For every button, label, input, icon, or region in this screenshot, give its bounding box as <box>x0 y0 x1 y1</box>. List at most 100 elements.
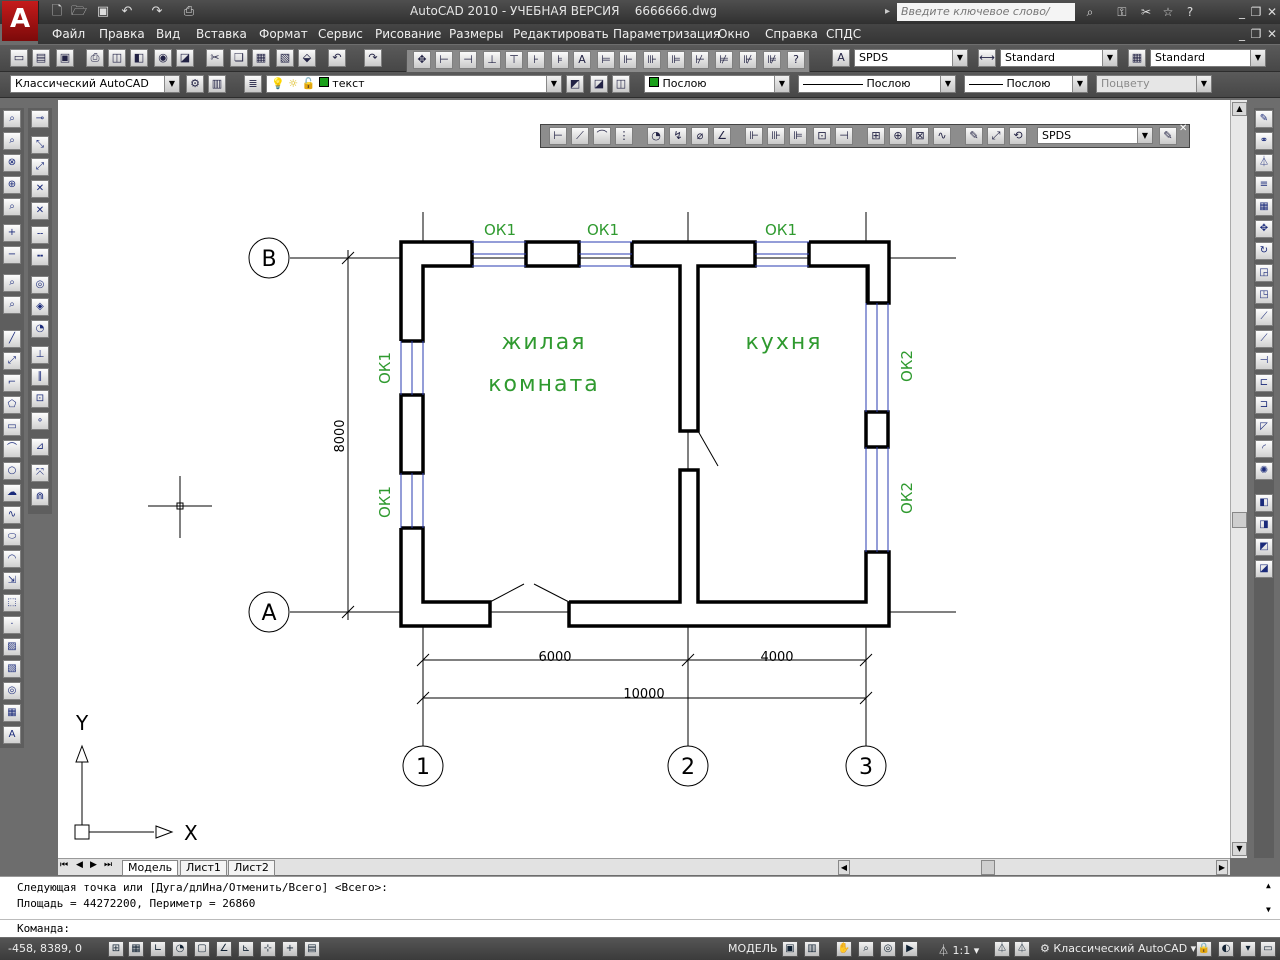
dim-radius-icon[interactable]: ◔ <box>647 127 665 145</box>
rt-offset-icon[interactable]: ≡ <box>1255 176 1273 194</box>
rt-draworder-back-icon[interactable]: ◨ <box>1255 516 1273 534</box>
otrack-icon[interactable]: ∠ <box>216 941 232 957</box>
layer-previous-icon[interactable]: ◪ <box>590 75 608 93</box>
tab-first-icon[interactable]: ⏮ <box>60 860 68 870</box>
lineweight-icon[interactable]: + <box>282 941 298 957</box>
construction-line-icon[interactable]: ⤢ <box>3 352 21 370</box>
search-input[interactable]: Введите ключевое слово/фразу <box>897 3 1075 36</box>
block-editor-icon[interactable]: ⬙ <box>298 49 316 67</box>
scroll-thumb[interactable] <box>1232 512 1247 528</box>
arc-icon[interactable]: ⌒ <box>3 440 21 458</box>
key-icon[interactable]: ⚿ <box>1114 4 1130 20</box>
menu-window[interactable]: Окно <box>718 27 750 41</box>
hscroll-thumb[interactable] <box>981 860 995 875</box>
tab-prev-icon[interactable]: ◀ <box>76 860 83 870</box>
circle-icon[interactable]: ○ <box>3 462 21 480</box>
showmotion-icon[interactable]: ▶ <box>902 941 918 957</box>
menu-modify[interactable]: Редактировать <box>513 27 609 41</box>
tab-sheet1[interactable]: Лист1 <box>180 860 227 876</box>
rt-draworder-above-icon[interactable]: ◩ <box>1255 538 1273 556</box>
rt-join-icon[interactable]: ⊐ <box>1255 396 1273 414</box>
dim-style-manager-icon[interactable]: ✎ <box>1159 127 1177 145</box>
copy-object-icon[interactable]: ⤡ <box>31 136 49 154</box>
dim-jogged-icon[interactable]: ↯ <box>669 127 687 145</box>
publish-icon[interactable]: ◧ <box>130 49 148 67</box>
scroll-down-icon[interactable]: ▼ <box>1232 842 1247 856</box>
match-properties-icon[interactable]: ▧ <box>276 49 294 67</box>
favorites-star-icon[interactable]: ☆ <box>1160 4 1176 20</box>
gradient-icon[interactable]: ▧ <box>3 660 21 678</box>
rt-scale-icon[interactable]: ◲ <box>1255 264 1273 282</box>
color-select[interactable]: Послою ▼ <box>644 75 790 93</box>
print-icon[interactable]: ⎙ <box>86 49 104 67</box>
quick-view-layouts-icon[interactable]: ▣ <box>782 941 798 957</box>
dim-baseline-icon[interactable]: ⊪ <box>767 127 785 145</box>
quick-properties-icon[interactable]: ▤ <box>304 941 320 957</box>
new-icon[interactable]: 🗋 <box>48 3 66 21</box>
dim-edit-icon[interactable]: ✎ <box>965 127 983 145</box>
osnap-icon[interactable]: ▢ <box>194 941 210 957</box>
menu-format[interactable]: Формат <box>259 27 308 41</box>
rt-break-icon[interactable]: ⊏ <box>1255 374 1273 392</box>
command-line-panel[interactable]: Следующая точка или [Дуга/длИна/Отменить… <box>0 876 1280 937</box>
zoom-extents-icon[interactable]: ⌕ <box>3 296 21 314</box>
qnew-icon[interactable]: ▭ <box>10 49 28 67</box>
isolate-objects-icon[interactable]: ◐ <box>1218 941 1234 957</box>
polyline-icon[interactable]: ⌐ <box>3 374 21 392</box>
tab-sheet2[interactable]: Лист2 <box>228 860 275 876</box>
menu-insert[interactable]: Вставка <box>196 27 247 41</box>
rt-chamfer-icon[interactable]: ◸ <box>1255 418 1273 436</box>
coordinate-readout[interactable]: -458, 8389, 0 <box>8 942 82 955</box>
save-file-icon[interactable]: ▣ <box>56 49 74 67</box>
rt-trim-icon[interactable]: ⟋ <box>1255 308 1273 326</box>
menu-dimension[interactable]: Размеры <box>449 27 504 41</box>
zoom-window-icon[interactable]: ⌕ <box>3 110 21 128</box>
snap-extension-icon[interactable]: ⊦ <box>527 51 545 69</box>
close-toolbar-icon[interactable]: ✕ <box>1179 123 1187 134</box>
binoculars-icon[interactable]: ⌕ <box>1082 4 1098 20</box>
lineweight-select[interactable]: Послою ▼ <box>964 75 1088 93</box>
dyn-icon[interactable]: ⊹ <box>260 941 276 957</box>
rt-fillet-icon[interactable]: ◜ <box>1255 440 1273 458</box>
table-style-select[interactable]: Standard ▼ <box>1150 49 1266 67</box>
break-icon[interactable]: ╍ <box>31 248 49 266</box>
rt-move-icon[interactable]: ✥ <box>1255 220 1273 238</box>
copy-icon[interactable]: ❏ <box>230 49 248 67</box>
menu-help[interactable]: Справка <box>765 27 818 41</box>
dim-aligned-icon[interactable]: ⟋ <box>571 127 589 145</box>
snap-settings-icon[interactable]: ⊯ <box>763 51 781 69</box>
rt-array-icon[interactable]: ▦ <box>1255 198 1273 216</box>
rt-break-point-icon[interactable]: ⊣ <box>1255 352 1273 370</box>
menu-spds[interactable]: СПДС <box>826 27 861 41</box>
osnap-perpendicular-icon[interactable]: ⊥ <box>31 346 49 364</box>
osnap-settings-icon[interactable]: ⋒ <box>31 488 49 506</box>
cut-icon[interactable]: ✂ <box>206 49 224 67</box>
osnap-quadrant-icon[interactable]: ◈ <box>31 298 49 316</box>
text-tb-icon[interactable]: A <box>573 51 591 69</box>
snap-node-icon[interactable]: ⊫ <box>667 51 685 69</box>
dim-quick-icon[interactable]: ⊩ <box>745 127 763 145</box>
menu-edit[interactable]: Правка <box>99 27 145 41</box>
save-icon[interactable]: ▣ <box>94 3 112 21</box>
erase-icon[interactable]: ⊸ <box>31 110 49 128</box>
rectangle-icon[interactable]: ▭ <box>3 418 21 436</box>
drawing-canvas[interactable]: 8000 6000 4000 10000 В А 1 2 3 ОК1 ОК1 О… <box>58 100 1230 858</box>
rt-explode-icon[interactable]: ✺ <box>1255 462 1273 480</box>
array-icon[interactable]: ✕ <box>31 202 49 220</box>
osnap-insert-icon[interactable]: ⊡ <box>31 390 49 408</box>
zoom-center-icon[interactable]: ⊕ <box>3 176 21 194</box>
table-icon[interactable]: ▦ <box>3 704 21 722</box>
hatch-icon[interactable]: ▨ <box>3 638 21 656</box>
tab-last-icon[interactable]: ⏭ <box>104 860 112 870</box>
etransmit-icon[interactable]: ◪ <box>176 49 194 67</box>
ortho-icon[interactable]: ∟ <box>150 941 166 957</box>
ellipse-arc-icon[interactable]: ◠ <box>3 550 21 568</box>
dim-diameter-icon[interactable]: ⌀ <box>691 127 709 145</box>
doc-close-icon[interactable]: ✕ <box>1264 26 1280 42</box>
workspace-select[interactable]: Классический AutoCAD ▼ <box>10 75 180 93</box>
annotation-visibility-icon[interactable]: ⏃ <box>994 941 1010 957</box>
table-style-icon[interactable]: ▦ <box>1128 49 1146 67</box>
model-space-label[interactable]: МОДЕЛЬ <box>728 942 778 955</box>
restore-icon[interactable]: ❐ <box>1248 4 1264 20</box>
vertical-scrollbar[interactable]: ▲ ▼ <box>1230 100 1247 858</box>
